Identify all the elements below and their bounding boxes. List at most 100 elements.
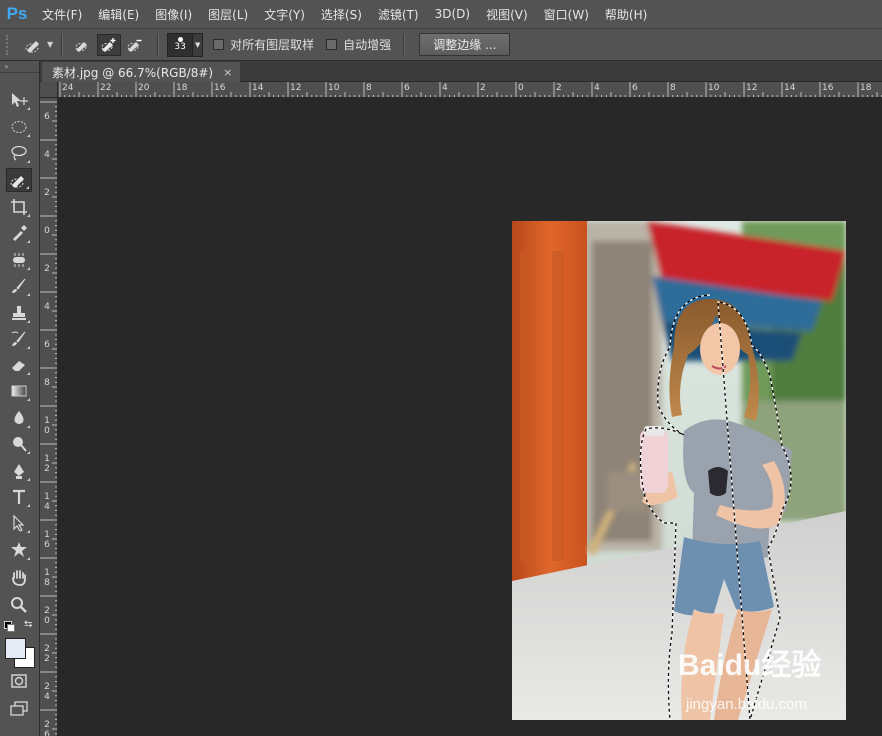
ruler-label: 2 (480, 83, 486, 93)
sample-all-layers-checkbox[interactable]: 对所有图层取样 (213, 36, 314, 53)
menu-type[interactable]: 文字(Y) (256, 6, 313, 23)
ruler-label: 14 (44, 492, 50, 512)
eyedropper-tool[interactable] (6, 221, 32, 245)
lasso-tool[interactable] (6, 141, 32, 165)
add-to-selection-button[interactable] (97, 33, 122, 56)
hand-tool[interactable] (6, 566, 32, 590)
document-tab-title: 素材.jpg @ 66.7%(RGB/8#) (52, 65, 214, 80)
auto-enhance-label: 自动增强 (343, 38, 392, 52)
separator (157, 33, 160, 56)
ruler-label: 4 (44, 150, 50, 160)
brush-tool[interactable] (6, 274, 32, 298)
brush-picker-dropdown[interactable]: ▼ (193, 32, 204, 57)
ruler-label: 8 (44, 378, 50, 388)
blur-tool[interactable] (6, 406, 32, 430)
screen-mode-icon (10, 701, 28, 716)
ruler-label: 26 (44, 720, 50, 736)
subtract-from-selection-button[interactable] (123, 34, 147, 56)
separator (61, 33, 64, 56)
custom-shape-tool[interactable] (6, 538, 32, 562)
menu-help[interactable]: 帮助(H) (597, 6, 655, 23)
spot-healing-tool[interactable] (6, 248, 32, 272)
type-tool[interactable] (6, 485, 32, 509)
ruler-label: 10 (328, 83, 340, 93)
clone-stamp-tool[interactable] (6, 301, 32, 325)
move-tool[interactable] (6, 88, 32, 112)
menu-filter[interactable]: 滤镜(T) (370, 6, 427, 23)
ruler-label: 6 (44, 340, 50, 350)
menu-view[interactable]: 视图(V) (478, 6, 536, 23)
close-icon[interactable]: × (223, 66, 232, 79)
ruler-label: 6 (404, 83, 410, 93)
zoom-tool[interactable] (6, 593, 32, 617)
checkbox-box[interactable] (326, 39, 338, 50)
type-icon (13, 489, 25, 504)
separator (403, 33, 406, 56)
quick-selection-icon (24, 36, 44, 54)
dodge-tool[interactable] (6, 432, 32, 456)
brush-size-value: 33 (174, 42, 186, 52)
default-colors-icon[interactable] (4, 621, 15, 632)
stamp-icon (12, 306, 26, 320)
ruler-label: 4 (442, 83, 448, 93)
menu-select[interactable]: 选择(S) (313, 6, 370, 23)
shape-icon (11, 542, 27, 557)
menu-window[interactable]: 窗口(W) (536, 6, 597, 23)
ruler-origin[interactable] (40, 82, 58, 98)
ruler-label: 18 (860, 83, 872, 93)
tool-preset-picker[interactable]: ▼ (24, 36, 53, 54)
quick-selection-icon (74, 37, 92, 53)
options-bar: ▼ 33 ▼ 对所有图层取样 自动增强 调整边缘 ... (0, 28, 882, 61)
lasso-icon (11, 145, 27, 161)
ruler-label: 18 (44, 568, 50, 588)
toolbox: » ⇆ (0, 61, 40, 736)
ruler-label: 24 (62, 83, 74, 93)
arrow-pointer-icon (13, 514, 25, 532)
eyedropper-icon (13, 225, 27, 241)
ruler-label: 2 (44, 264, 50, 274)
menu-layer[interactable]: 图层(L) (200, 6, 256, 23)
ruler-label: 20 (44, 606, 50, 626)
quick-selection-tool[interactable] (6, 168, 32, 192)
screen-mode-button[interactable] (6, 696, 32, 720)
auto-enhance-checkbox[interactable]: 自动增强 (326, 36, 391, 53)
ruler-label: 10 (44, 416, 50, 436)
ruler-label: 16 (44, 530, 50, 550)
pen-tool[interactable] (6, 459, 32, 483)
chevron-down-icon: ▼ (194, 40, 201, 49)
crop-tool[interactable] (6, 195, 32, 219)
ruler-label: 22 (44, 644, 50, 664)
menu-image[interactable]: 图像(I) (147, 6, 200, 23)
new-selection-button[interactable] (71, 34, 95, 56)
menu-file[interactable]: 文件(F) (34, 6, 90, 23)
foreground-color-swatch[interactable] (5, 638, 26, 659)
eraser-tool[interactable] (6, 353, 32, 377)
refine-edge-button[interactable]: 调整边缘 ... (419, 33, 511, 56)
ruler-label: 18 (176, 83, 188, 93)
watermark-url: jingyan.baidu.com (686, 696, 807, 713)
menu-edit[interactable]: 编辑(E) (90, 6, 147, 23)
photoshop-logo[interactable]: Ps (0, 0, 34, 28)
vertical-ruler[interactable]: 64202468101214161820222426 (40, 98, 58, 736)
document-tab[interactable]: 素材.jpg @ 66.7%(RGB/8#) × (42, 62, 241, 82)
marquee-tool[interactable] (6, 115, 32, 139)
checkbox-box[interactable] (213, 39, 225, 50)
dodge-icon (13, 437, 27, 452)
ruler-label: 12 (290, 83, 302, 93)
ruler-label: 2 (44, 188, 50, 198)
ruler-label: 14 (784, 83, 796, 93)
ruler-label: 22 (100, 83, 112, 93)
quick-mask-button[interactable] (6, 669, 32, 693)
path-selection-tool[interactable] (6, 511, 32, 535)
gradient-tool[interactable] (6, 379, 32, 403)
horizontal-ruler[interactable]: 24 22 20 18 16 14 12 10 8 6 4 2 0 2 4 6 8 10 12 14 16 18 (58, 82, 882, 98)
swap-colors-icon[interactable]: ⇆ (24, 619, 32, 630)
menu-3d[interactable]: 3D(D) (427, 7, 478, 21)
options-bar-grip[interactable] (6, 34, 16, 55)
ruler-label: 24 (44, 682, 50, 702)
toolbox-collapse-icon[interactable]: » (0, 61, 39, 73)
brush-icon (12, 278, 26, 293)
ruler-label: 4 (594, 83, 600, 93)
brush-size-picker[interactable]: 33 (167, 32, 194, 57)
history-brush-tool[interactable] (6, 327, 32, 351)
